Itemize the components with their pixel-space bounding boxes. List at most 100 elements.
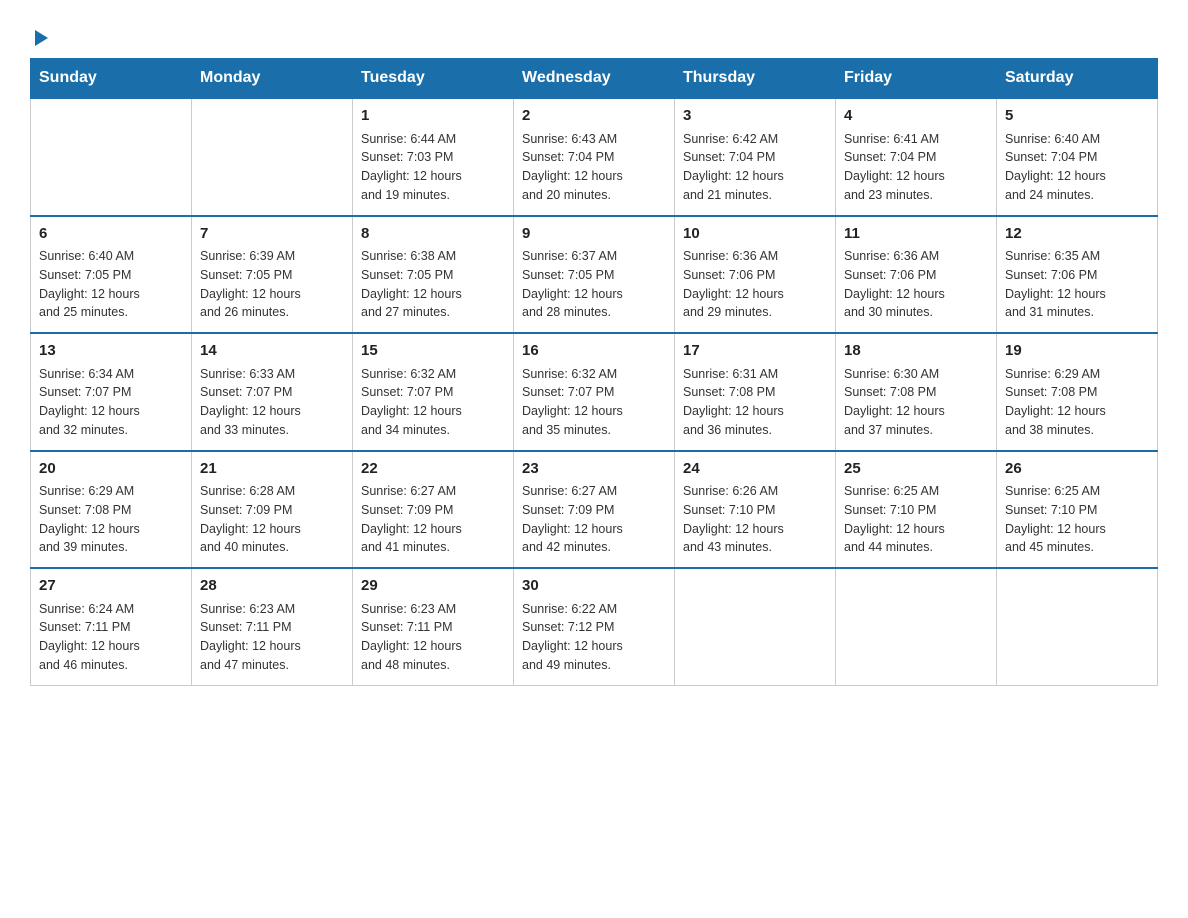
calendar-empty-cell	[675, 568, 836, 685]
day-info: Sunrise: 6:43 AM Sunset: 7:04 PM Dayligh…	[522, 130, 666, 205]
calendar-day-5: 5Sunrise: 6:40 AM Sunset: 7:04 PM Daylig…	[997, 98, 1158, 216]
calendar-day-15: 15Sunrise: 6:32 AM Sunset: 7:07 PM Dayli…	[353, 333, 514, 451]
day-number: 8	[361, 223, 505, 246]
day-info: Sunrise: 6:41 AM Sunset: 7:04 PM Dayligh…	[844, 130, 988, 205]
day-number: 20	[39, 458, 183, 481]
day-number: 11	[844, 223, 988, 246]
calendar-week-row: 6Sunrise: 6:40 AM Sunset: 7:05 PM Daylig…	[31, 216, 1158, 334]
day-number: 14	[200, 340, 344, 363]
day-info: Sunrise: 6:27 AM Sunset: 7:09 PM Dayligh…	[522, 482, 666, 557]
day-number: 4	[844, 105, 988, 128]
day-info: Sunrise: 6:34 AM Sunset: 7:07 PM Dayligh…	[39, 365, 183, 440]
calendar-day-26: 26Sunrise: 6:25 AM Sunset: 7:10 PM Dayli…	[997, 451, 1158, 569]
calendar-day-10: 10Sunrise: 6:36 AM Sunset: 7:06 PM Dayli…	[675, 216, 836, 334]
calendar-day-2: 2Sunrise: 6:43 AM Sunset: 7:04 PM Daylig…	[514, 98, 675, 216]
calendar-day-28: 28Sunrise: 6:23 AM Sunset: 7:11 PM Dayli…	[192, 568, 353, 685]
calendar-day-22: 22Sunrise: 6:27 AM Sunset: 7:09 PM Dayli…	[353, 451, 514, 569]
calendar-day-18: 18Sunrise: 6:30 AM Sunset: 7:08 PM Dayli…	[836, 333, 997, 451]
day-number: 21	[200, 458, 344, 481]
day-number: 12	[1005, 223, 1149, 246]
day-info: Sunrise: 6:24 AM Sunset: 7:11 PM Dayligh…	[39, 600, 183, 675]
day-number: 22	[361, 458, 505, 481]
calendar-empty-cell	[836, 568, 997, 685]
day-number: 24	[683, 458, 827, 481]
day-info: Sunrise: 6:31 AM Sunset: 7:08 PM Dayligh…	[683, 365, 827, 440]
calendar-header-row: SundayMondayTuesdayWednesdayThursdayFrid…	[31, 59, 1158, 99]
logo-triangle-icon	[35, 30, 48, 46]
calendar-day-16: 16Sunrise: 6:32 AM Sunset: 7:07 PM Dayli…	[514, 333, 675, 451]
day-info: Sunrise: 6:30 AM Sunset: 7:08 PM Dayligh…	[844, 365, 988, 440]
day-number: 3	[683, 105, 827, 128]
day-info: Sunrise: 6:35 AM Sunset: 7:06 PM Dayligh…	[1005, 247, 1149, 322]
page-header	[30, 20, 1158, 48]
calendar-day-25: 25Sunrise: 6:25 AM Sunset: 7:10 PM Dayli…	[836, 451, 997, 569]
day-info: Sunrise: 6:29 AM Sunset: 7:08 PM Dayligh…	[1005, 365, 1149, 440]
day-info: Sunrise: 6:40 AM Sunset: 7:05 PM Dayligh…	[39, 247, 183, 322]
weekday-header-friday: Friday	[836, 59, 997, 99]
calendar-day-6: 6Sunrise: 6:40 AM Sunset: 7:05 PM Daylig…	[31, 216, 192, 334]
calendar-week-row: 20Sunrise: 6:29 AM Sunset: 7:08 PM Dayli…	[31, 451, 1158, 569]
calendar-day-1: 1Sunrise: 6:44 AM Sunset: 7:03 PM Daylig…	[353, 98, 514, 216]
day-number: 15	[361, 340, 505, 363]
logo	[30, 30, 48, 48]
day-info: Sunrise: 6:29 AM Sunset: 7:08 PM Dayligh…	[39, 482, 183, 557]
day-number: 29	[361, 575, 505, 598]
calendar-day-11: 11Sunrise: 6:36 AM Sunset: 7:06 PM Dayli…	[836, 216, 997, 334]
day-number: 17	[683, 340, 827, 363]
day-number: 10	[683, 223, 827, 246]
day-number: 26	[1005, 458, 1149, 481]
calendar-week-row: 1Sunrise: 6:44 AM Sunset: 7:03 PM Daylig…	[31, 98, 1158, 216]
calendar-empty-cell	[192, 98, 353, 216]
calendar-day-4: 4Sunrise: 6:41 AM Sunset: 7:04 PM Daylig…	[836, 98, 997, 216]
day-number: 16	[522, 340, 666, 363]
day-info: Sunrise: 6:27 AM Sunset: 7:09 PM Dayligh…	[361, 482, 505, 557]
weekday-header-wednesday: Wednesday	[514, 59, 675, 99]
calendar-day-12: 12Sunrise: 6:35 AM Sunset: 7:06 PM Dayli…	[997, 216, 1158, 334]
calendar-table: SundayMondayTuesdayWednesdayThursdayFrid…	[30, 58, 1158, 686]
weekday-header-monday: Monday	[192, 59, 353, 99]
day-info: Sunrise: 6:36 AM Sunset: 7:06 PM Dayligh…	[683, 247, 827, 322]
calendar-day-30: 30Sunrise: 6:22 AM Sunset: 7:12 PM Dayli…	[514, 568, 675, 685]
day-number: 9	[522, 223, 666, 246]
day-number: 23	[522, 458, 666, 481]
day-info: Sunrise: 6:23 AM Sunset: 7:11 PM Dayligh…	[200, 600, 344, 675]
weekday-header-sunday: Sunday	[31, 59, 192, 99]
day-number: 30	[522, 575, 666, 598]
calendar-day-7: 7Sunrise: 6:39 AM Sunset: 7:05 PM Daylig…	[192, 216, 353, 334]
day-info: Sunrise: 6:25 AM Sunset: 7:10 PM Dayligh…	[844, 482, 988, 557]
calendar-day-3: 3Sunrise: 6:42 AM Sunset: 7:04 PM Daylig…	[675, 98, 836, 216]
day-info: Sunrise: 6:33 AM Sunset: 7:07 PM Dayligh…	[200, 365, 344, 440]
day-number: 27	[39, 575, 183, 598]
day-info: Sunrise: 6:32 AM Sunset: 7:07 PM Dayligh…	[361, 365, 505, 440]
day-number: 18	[844, 340, 988, 363]
day-info: Sunrise: 6:37 AM Sunset: 7:05 PM Dayligh…	[522, 247, 666, 322]
calendar-day-29: 29Sunrise: 6:23 AM Sunset: 7:11 PM Dayli…	[353, 568, 514, 685]
day-number: 1	[361, 105, 505, 128]
day-number: 28	[200, 575, 344, 598]
weekday-header-thursday: Thursday	[675, 59, 836, 99]
calendar-day-13: 13Sunrise: 6:34 AM Sunset: 7:07 PM Dayli…	[31, 333, 192, 451]
calendar-empty-cell	[997, 568, 1158, 685]
day-number: 25	[844, 458, 988, 481]
calendar-day-9: 9Sunrise: 6:37 AM Sunset: 7:05 PM Daylig…	[514, 216, 675, 334]
day-info: Sunrise: 6:28 AM Sunset: 7:09 PM Dayligh…	[200, 482, 344, 557]
day-info: Sunrise: 6:25 AM Sunset: 7:10 PM Dayligh…	[1005, 482, 1149, 557]
day-number: 2	[522, 105, 666, 128]
calendar-day-23: 23Sunrise: 6:27 AM Sunset: 7:09 PM Dayli…	[514, 451, 675, 569]
calendar-day-27: 27Sunrise: 6:24 AM Sunset: 7:11 PM Dayli…	[31, 568, 192, 685]
calendar-day-14: 14Sunrise: 6:33 AM Sunset: 7:07 PM Dayli…	[192, 333, 353, 451]
weekday-header-saturday: Saturday	[997, 59, 1158, 99]
day-info: Sunrise: 6:38 AM Sunset: 7:05 PM Dayligh…	[361, 247, 505, 322]
day-info: Sunrise: 6:36 AM Sunset: 7:06 PM Dayligh…	[844, 247, 988, 322]
day-number: 19	[1005, 340, 1149, 363]
day-number: 5	[1005, 105, 1149, 128]
calendar-day-19: 19Sunrise: 6:29 AM Sunset: 7:08 PM Dayli…	[997, 333, 1158, 451]
calendar-day-20: 20Sunrise: 6:29 AM Sunset: 7:08 PM Dayli…	[31, 451, 192, 569]
weekday-header-tuesday: Tuesday	[353, 59, 514, 99]
calendar-day-17: 17Sunrise: 6:31 AM Sunset: 7:08 PM Dayli…	[675, 333, 836, 451]
day-number: 6	[39, 223, 183, 246]
calendar-day-24: 24Sunrise: 6:26 AM Sunset: 7:10 PM Dayli…	[675, 451, 836, 569]
calendar-week-row: 27Sunrise: 6:24 AM Sunset: 7:11 PM Dayli…	[31, 568, 1158, 685]
day-info: Sunrise: 6:42 AM Sunset: 7:04 PM Dayligh…	[683, 130, 827, 205]
day-info: Sunrise: 6:40 AM Sunset: 7:04 PM Dayligh…	[1005, 130, 1149, 205]
